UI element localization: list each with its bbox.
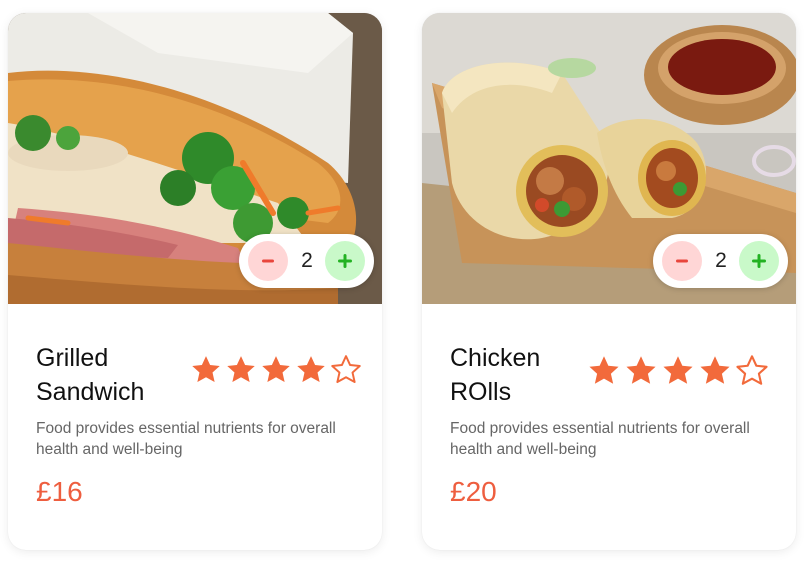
food-card-grilled-sandwich[interactable]: 2 Grilled Sandwich Food provides essenti… [8,13,382,550]
star-filled-icon [589,356,619,384]
star-filled-icon [663,356,693,384]
increase-quantity-button[interactable] [325,241,365,281]
increase-quantity-button[interactable] [739,241,779,281]
food-description: Food provides essential nutrients for ov… [450,420,750,458]
quantity-stepper: 2 [239,234,374,288]
rating-stars [586,353,771,387]
star-filled-icon [192,356,220,383]
rating-stars [189,353,364,387]
food-price: £16 [36,476,83,507]
star-outline-icon [736,355,768,385]
star-filled-icon [262,356,290,383]
food-description: Food provides essential nutrients for ov… [36,420,336,458]
minus-icon [262,259,274,263]
quantity-value: 2 [301,249,313,272]
star-filled-icon [700,356,730,384]
quantity-stepper: 2 [653,234,788,288]
star-filled-icon [626,356,656,384]
food-title: Grilled Sandwich [36,344,145,406]
decrease-quantity-button[interactable] [248,241,288,281]
food-card-chicken-rolls[interactable]: 2 Chicken ROlls Food provides essential … [422,13,796,550]
star-filled-icon [227,356,255,383]
decrease-quantity-button[interactable] [662,241,702,281]
plus-icon [338,254,352,268]
star-outline-icon [331,355,361,384]
food-price: £20 [450,476,497,507]
minus-icon [676,259,688,263]
food-title: Chicken ROlls [450,344,541,406]
star-filled-icon [297,356,325,383]
quantity-value: 2 [715,249,727,272]
plus-icon [752,254,766,268]
